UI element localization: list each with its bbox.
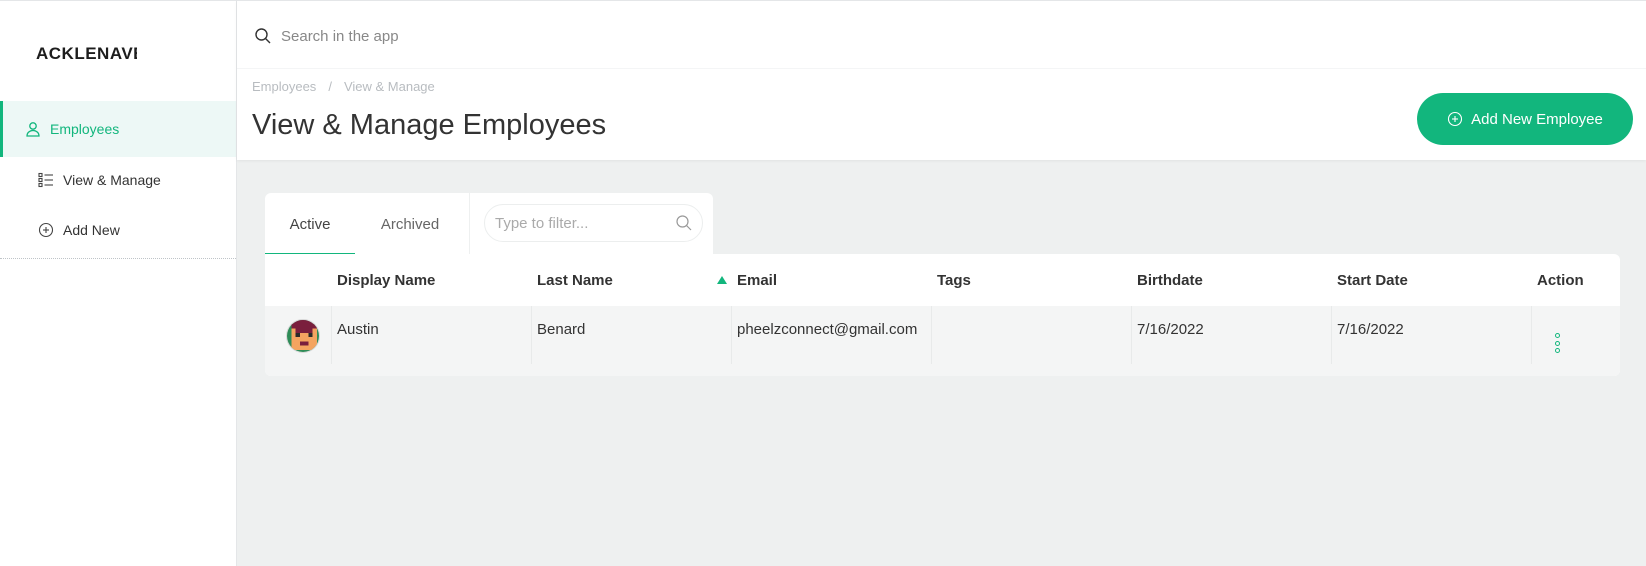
column-header-email[interactable]: Email <box>737 272 777 289</box>
add-new-employee-label: Add New Employee <box>1471 110 1603 128</box>
app-logo[interactable]: ACKLENAVE <box>36 44 137 64</box>
add-new-employee-button[interactable]: Add New Employee <box>1417 93 1633 145</box>
page-title: View & Manage Employees <box>252 109 607 141</box>
column-header-birthdate[interactable]: Birthdate <box>1137 272 1203 289</box>
breadcrumb-item-employees[interactable]: Employees <box>252 79 316 94</box>
tab-label: Active <box>289 215 331 233</box>
sidebar-item-view-manage[interactable]: View & Manage <box>0 152 236 208</box>
filter-box <box>484 204 703 242</box>
search-input[interactable] <box>281 27 1181 45</box>
kebab-dot <box>1554 333 1560 338</box>
column-header-action: Action <box>1537 272 1584 289</box>
tab-active[interactable]: Active <box>265 193 355 255</box>
column-divider <box>731 306 732 364</box>
user-icon <box>24 120 42 138</box>
table-header: Display Name Last Name Email Tags Birthd… <box>265 254 1620 306</box>
global-search <box>254 21 1314 51</box>
tab-divider <box>469 193 470 255</box>
cell-birthdate: 7/16/2022 <box>1137 321 1204 338</box>
employee-tabs: Active Archived <box>265 193 713 255</box>
sidebar-divider <box>0 258 236 259</box>
breadcrumb-separator: / <box>328 79 332 94</box>
tab-label: Archived <box>380 215 440 233</box>
sidebar-item-label: Add New <box>63 222 120 238</box>
column-header-start-date[interactable]: Start Date <box>1337 272 1408 289</box>
tab-archived[interactable]: Archived <box>365 193 455 255</box>
breadcrumb: Employees / View & Manage <box>252 79 435 94</box>
cell-last-name: Benard <box>537 321 586 338</box>
search-divider <box>237 68 1646 69</box>
cell-email: pheelzconnect@gmail.com <box>737 321 918 338</box>
breadcrumb-item-view-manage[interactable]: View & Manage <box>344 79 435 94</box>
sidebar-item-label: View & Manage <box>63 172 161 188</box>
sidebar-item-employees[interactable]: Employees <box>0 101 236 157</box>
cell-start-date: 7/16/2022 <box>1337 321 1404 338</box>
kebab-dot <box>1554 348 1560 353</box>
page-header: Employees / View & Manage View & Manage … <box>237 0 1646 160</box>
cell-display-name: Austin <box>337 321 379 338</box>
column-divider <box>531 306 532 364</box>
column-divider <box>1331 306 1332 364</box>
sort-ascending-icon[interactable] <box>717 276 727 284</box>
search-icon[interactable] <box>675 214 693 232</box>
column-divider <box>931 306 932 364</box>
kebab-dot <box>1554 340 1560 346</box>
row-actions-kebab-icon[interactable] <box>1553 333 1561 353</box>
plus-circle-icon <box>37 221 55 239</box>
search-icon <box>254 27 272 45</box>
avatar <box>286 319 320 353</box>
employees-table: Display Name Last Name Email Tags Birthd… <box>265 254 1620 376</box>
plus-circle-icon <box>1447 111 1463 127</box>
column-header-display-name[interactable]: Display Name <box>337 272 435 289</box>
column-divider <box>331 306 332 364</box>
column-divider <box>1131 306 1132 364</box>
list-icon <box>37 171 55 189</box>
sidebar-item-label: Employees <box>50 121 120 137</box>
column-divider <box>1531 306 1532 364</box>
column-header-tags[interactable]: Tags <box>937 272 971 289</box>
sidebar: ACKLENAVE Employees View & Manage Add Ne… <box>0 0 237 566</box>
table-row[interactable]: Austin Benard pheelzconnect@gmail.com 7/… <box>265 306 1620 376</box>
sidebar-item-add-new[interactable]: Add New <box>0 202 236 258</box>
column-header-last-name[interactable]: Last Name <box>537 272 613 289</box>
filter-input[interactable] <box>495 214 675 232</box>
